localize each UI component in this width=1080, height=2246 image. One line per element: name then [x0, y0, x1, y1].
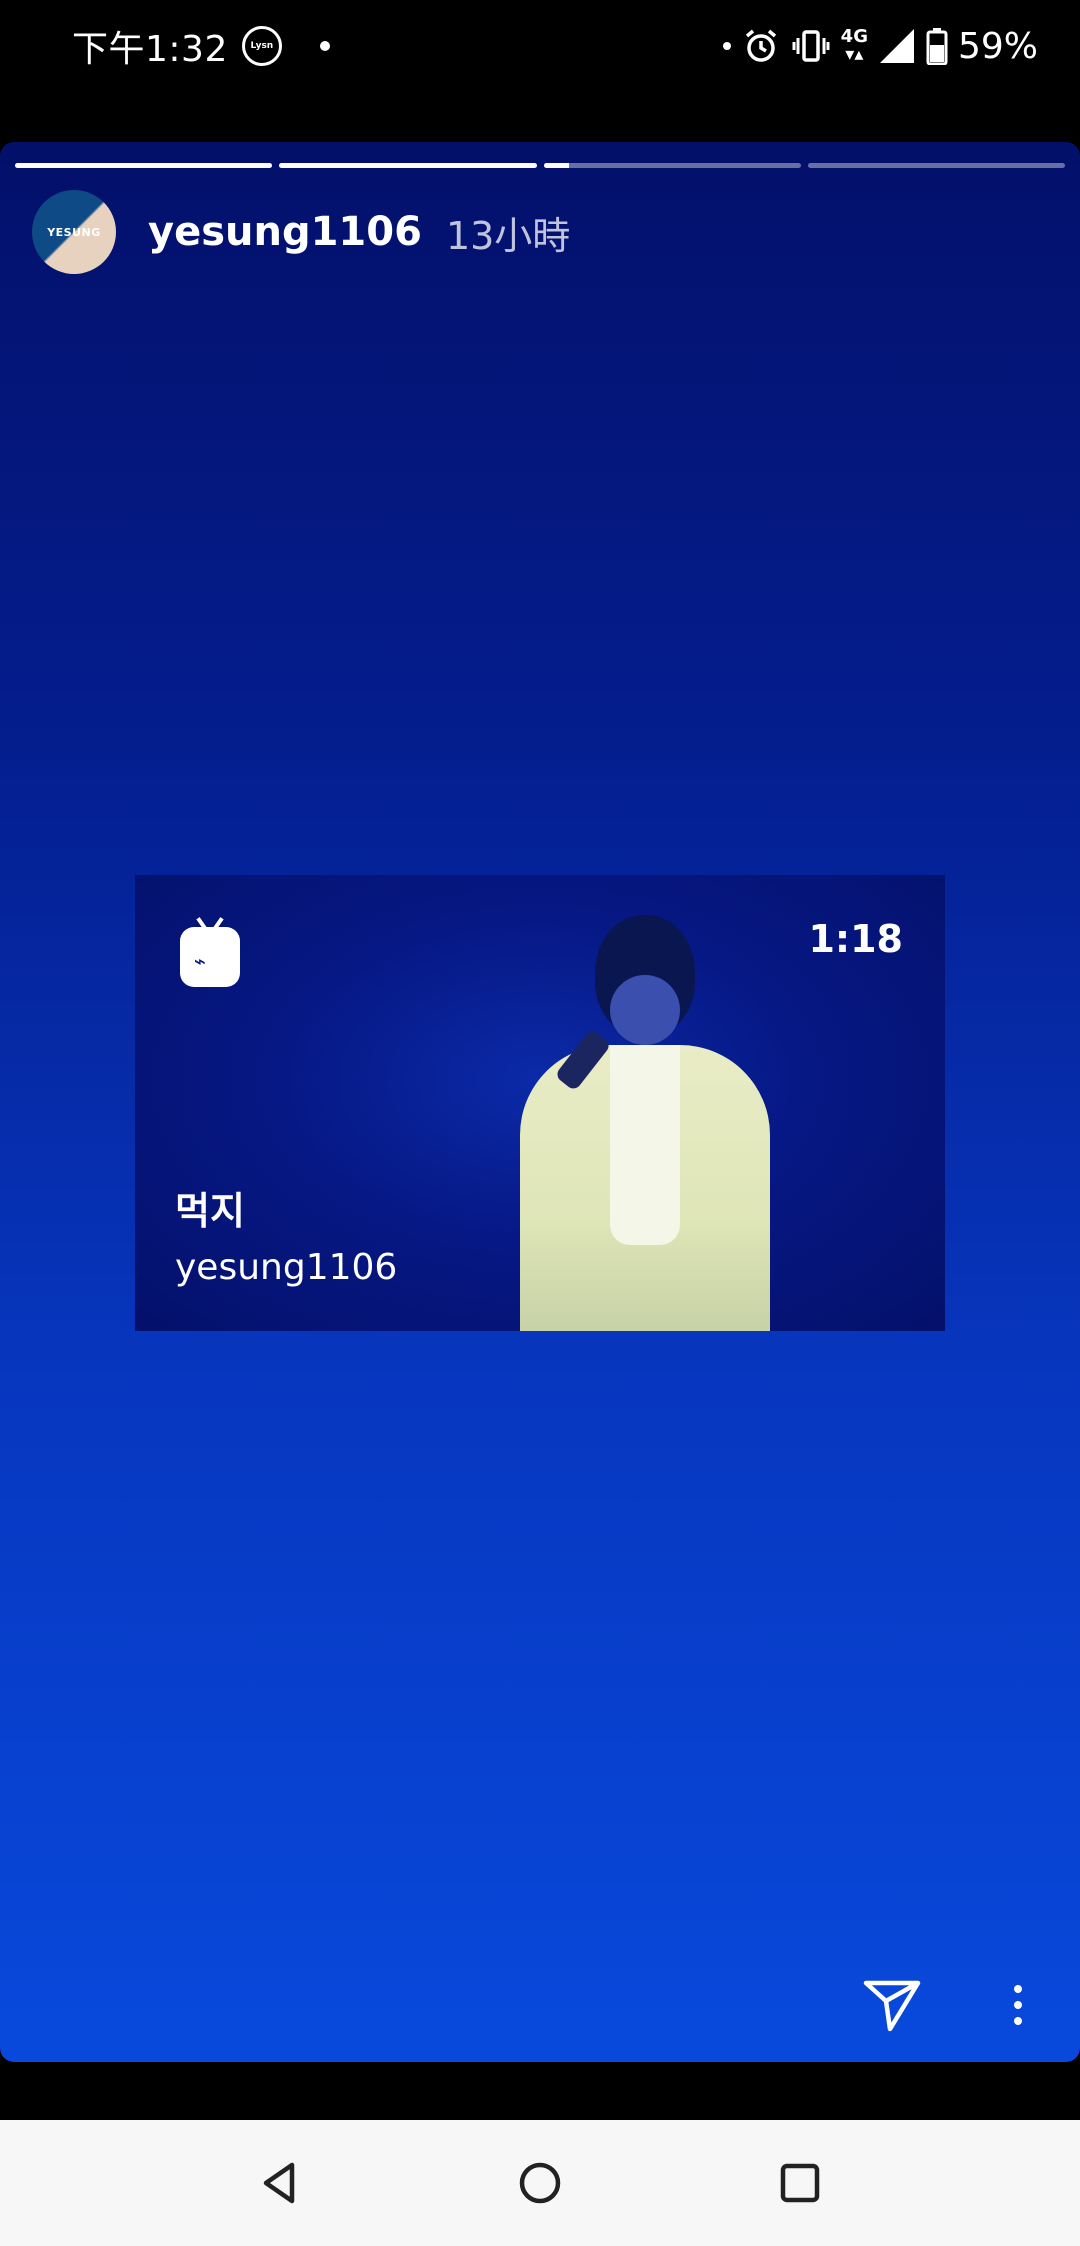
network-type: 4G ▾▴ [840, 26, 868, 65]
igtv-video-card[interactable]: ⌁ 1:18 먹지 yesung1106 [135, 875, 945, 1331]
progress-segment [15, 163, 273, 168]
story-header: YESUNG yesung1106 13小時 [32, 190, 570, 274]
back-icon[interactable] [252, 2155, 308, 2211]
story-progress-bar [15, 163, 1065, 168]
home-icon[interactable] [512, 2155, 568, 2211]
notification-dot-icon [319, 41, 330, 51]
igtv-icon: ⌁ [180, 927, 240, 987]
system-nav-bar [0, 2120, 1080, 2246]
battery-percent: 59% [957, 25, 1038, 67]
video-thumbnail-performer [510, 895, 780, 1331]
status-bar: 下午1:32 Lysn 4G ▾▴ 59% [0, 0, 1080, 100]
status-bar-left: 下午1:32 Lysn [72, 22, 330, 70]
vibrate-icon [792, 30, 830, 62]
progress-segment [807, 163, 1065, 168]
alarm-icon [745, 29, 776, 62]
story-viewer[interactable]: YESUNG yesung1106 13小時 ⌁ 1:18 먹지 yesung1… [0, 142, 1080, 2062]
story-timestamp: 13小時 [445, 213, 571, 258]
avatar-logo-text: YESUNG [47, 226, 101, 239]
send-icon[interactable] [862, 1975, 922, 2035]
status-time: 下午1:32 [72, 29, 228, 70]
video-title: 먹지 [175, 1189, 245, 1233]
lysn-icon: Lysn [241, 26, 282, 66]
recents-icon[interactable] [772, 2155, 828, 2211]
notification-dot-icon [722, 42, 731, 50]
video-username: yesung1106 [175, 1247, 398, 1288]
story-username[interactable]: yesung1106 [148, 209, 422, 255]
progress-segment [279, 163, 537, 168]
video-duration: 1:18 [808, 917, 903, 961]
avatar[interactable]: YESUNG [32, 190, 116, 274]
signal-icon [879, 29, 914, 63]
more-vertical-icon[interactable] [1000, 1975, 1036, 2035]
progress-segment [543, 163, 801, 168]
battery-icon [926, 28, 948, 65]
status-bar-right: 4G ▾▴ 59% [722, 22, 1038, 70]
